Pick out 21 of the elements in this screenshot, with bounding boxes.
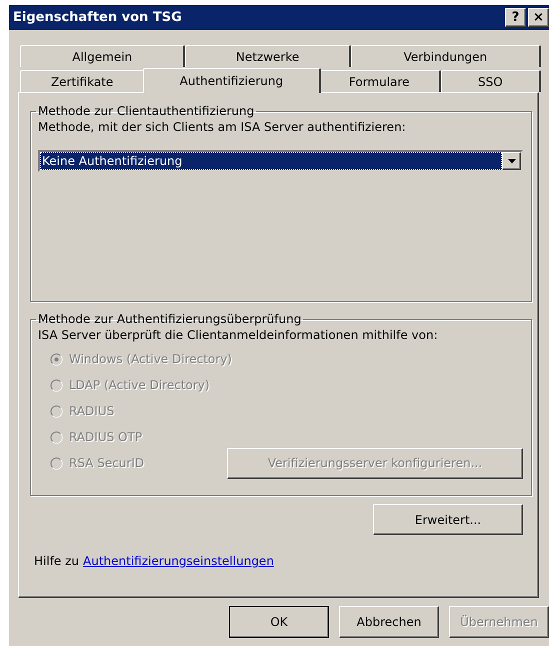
dialog-button[interactable]: OK	[229, 606, 329, 638]
tab[interactable]: SSO	[440, 70, 541, 92]
advanced-button[interactable]: Erweitert...	[373, 504, 523, 535]
group-title: Methode zur Authentifizierungsüberprüfung	[37, 312, 302, 326]
help-text: Hilfe zu	[34, 554, 80, 568]
tab[interactable]: Authentifizierung	[143, 68, 321, 93]
help-link[interactable]: Authentifizierungseinstellungen	[83, 554, 274, 568]
help-button[interactable]: ?	[505, 8, 526, 27]
dropdown[interactable]: Keine Authentifizierung	[38, 150, 523, 172]
close-button[interactable]: ×	[528, 8, 549, 27]
dialog-button[interactable]: Abbrechen	[339, 606, 439, 638]
prompt-text: ISA Server überprüft die Clientanmeldeinformationen mithilfe von:	[38, 328, 439, 342]
group-title: Methode zur Clientauthentifizierung	[37, 104, 256, 118]
prompt-text: Methode, mit der sich Clients am ISA Server authentifizieren:	[38, 120, 407, 134]
tab[interactable]: Verbindungen	[350, 45, 541, 67]
tab[interactable]: Allgemein	[20, 45, 186, 67]
dropdown-arrow-icon	[508, 158, 516, 164]
tab[interactable]: Formulare	[318, 70, 441, 92]
window-title: Eigenschaften von TSG	[13, 10, 182, 25]
tab[interactable]: Zertifikate	[20, 70, 146, 92]
tab[interactable]: Netzwerke	[185, 45, 351, 67]
